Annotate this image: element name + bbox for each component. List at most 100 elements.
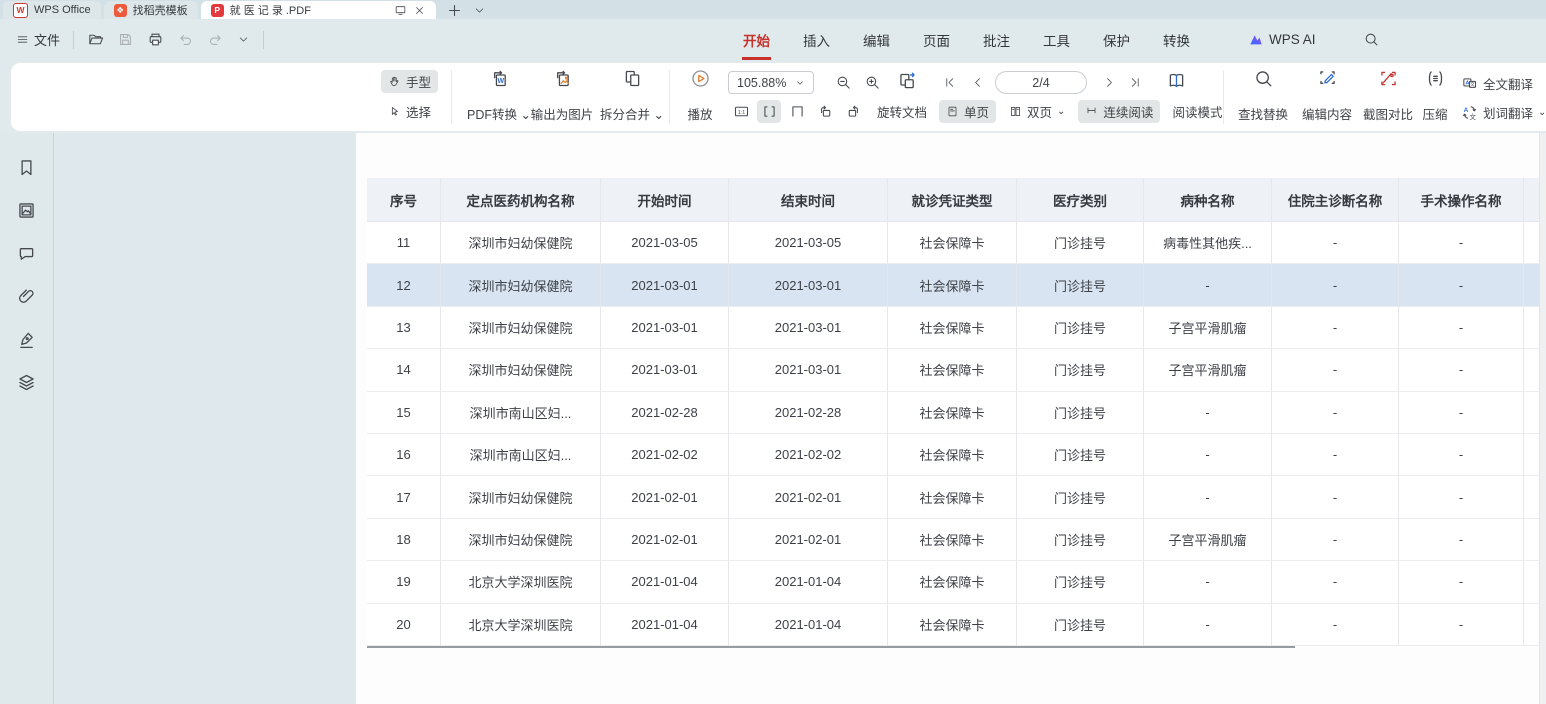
file-menu-label: 文件 [34,30,60,49]
thumbnails-panel-icon[interactable] [16,200,37,221]
play-button[interactable]: 播放 [675,68,725,125]
continuous-read-icon [1085,105,1098,118]
tab-list-chevron-icon[interactable] [473,4,486,17]
table-row[interactable]: 12深圳市妇幼保健院2021-03-012021-03-01社会保障卡门诊挂号-… [367,264,1540,306]
table-cell: - [1143,434,1271,476]
read-mode-label[interactable]: 阅读模式 [1172,102,1222,121]
tab-docer-templates[interactable]: ❖ 找稻壳模板 [104,1,198,19]
rotate-left-button[interactable] [813,100,837,123]
table-cell: 深圳市妇幼保健院 [440,519,600,561]
rotate-right-button[interactable] [841,100,865,123]
table-cell: 11 [367,222,440,264]
table-row[interactable]: 15深圳市南山区妇...2021-02-282021-02-28社会保障卡门诊挂… [367,392,1540,434]
table-row[interactable]: 11深圳市妇幼保健院2021-03-052021-03-05社会保障卡门诊挂号病… [367,222,1540,264]
navigation-pane[interactable] [55,133,356,704]
actual-size-button[interactable]: 1:1 [729,100,753,123]
hand-tool-button[interactable]: 手型 [381,70,438,93]
fit-width-button[interactable] [757,100,781,123]
column-header: 开始时间 [600,178,728,222]
zoom-in-icon[interactable] [864,74,881,91]
edit-content-icon [1317,68,1338,89]
rotate-document-label[interactable]: 旋转文档 [877,102,927,121]
next-page-icon[interactable] [1103,76,1116,89]
table-cell: 病毒性其他疾... [1143,222,1271,264]
single-page-icon [946,105,959,118]
single-page-button[interactable]: 单页 [939,100,996,123]
quick-access-chevron-icon[interactable] [237,33,250,46]
layers-panel-icon[interactable] [16,372,37,393]
table-cell: 深圳市南山区妇... [440,434,600,476]
select-tool-button[interactable]: 选择 [381,100,438,123]
open-file-icon[interactable] [87,31,104,48]
ribbon-tab-page[interactable]: 页面 [922,30,951,50]
print-icon[interactable] [147,31,164,48]
screenshot-compare-button[interactable]: 截图对比 [1354,68,1422,125]
vertical-scrollbar[interactable] [1539,133,1546,704]
wps-ai-button[interactable]: WPS AI [1248,32,1316,48]
close-tab-icon[interactable] [413,4,426,17]
table-cell: 社会保障卡 [887,222,1016,264]
table-row[interactable]: 17深圳市妇幼保健院2021-02-012021-02-01社会保障卡门诊挂号-… [367,476,1540,518]
attachments-panel-icon[interactable] [16,286,37,307]
compress-button[interactable]: 压缩 [1413,68,1457,125]
zoom-level-dropdown[interactable]: 105.88% [728,71,814,94]
split-merge-button[interactable]: 拆分合并 ⌄ [591,68,673,125]
table-cell: 2021-01-04 [600,604,728,646]
full-translate-button[interactable]: A文 全文翻译 [1459,72,1535,95]
undo-icon[interactable] [177,31,194,48]
zoom-out-icon[interactable] [835,74,852,91]
table-cell: 2021-01-04 [728,604,887,646]
tab-wps-office[interactable]: W WPS Office [3,1,101,19]
ribbon-tab-insert[interactable]: 插入 [802,30,831,50]
find-replace-button[interactable]: 查找替换 [1229,68,1297,125]
new-tab-icon[interactable] [446,2,463,19]
table-row[interactable]: 19北京大学深圳医院2021-01-042021-01-04社会保障卡门诊挂号-… [367,561,1540,603]
read-mode-icon[interactable] [1166,70,1187,91]
table-cell: - [1398,604,1523,646]
table-row[interactable]: 14深圳市妇幼保健院2021-03-012021-03-01社会保障卡门诊挂号子… [367,349,1540,391]
ribbon-tab-comment[interactable]: 批注 [982,30,1011,50]
table-cell: 门诊挂号 [1016,392,1143,434]
page-number-input[interactable] [995,71,1087,94]
comments-panel-icon[interactable] [16,243,37,264]
rotate-document-icon[interactable] [897,71,918,92]
monitor-icon[interactable] [394,4,407,17]
column-header: 结束时间 [728,178,887,222]
last-page-icon[interactable] [1129,76,1142,89]
previous-page-icon[interactable] [971,76,984,89]
menu-bar: 文件 开始 插入 编辑 页面 批注 工具 保护 转换 WPS AI [0,19,1546,60]
table-cell: - [1398,476,1523,518]
table-row[interactable]: 20北京大学深圳医院2021-01-042021-01-04社会保障卡门诊挂号-… [367,604,1540,646]
signature-panel-icon[interactable] [16,329,37,350]
ribbon-tab-edit[interactable]: 编辑 [862,30,891,50]
full-translate-label: 全文翻译 [1483,74,1533,93]
ribbon-tab-convert[interactable]: 转换 [1162,30,1191,50]
table-row[interactable]: 16深圳市南山区妇...2021-02-022021-02-02社会保障卡门诊挂… [367,434,1540,476]
table-row[interactable]: 18深圳市妇幼保健院2021-02-012021-02-01社会保障卡门诊挂号子… [367,519,1540,561]
tab-pdf-document[interactable]: P 就 医 记 录 .PDF [201,1,436,19]
first-page-icon[interactable] [943,76,956,89]
ribbon-tab-protect[interactable]: 保护 [1102,30,1131,50]
wps-ai-logo-icon [1248,32,1264,48]
ribbon-tab-tools[interactable]: 工具 [1042,30,1071,50]
export-image-label: 输出为图片 [531,104,594,123]
ribbon-tab-home[interactable]: 开始 [742,30,771,50]
double-page-button[interactable]: 双页 ⌄ [1002,100,1072,123]
redo-icon[interactable] [207,31,224,48]
rotate-right-icon [845,103,862,120]
column-header: 病种名称 [1143,178,1271,222]
hand-icon [388,75,401,88]
wps-logo-icon: W [13,3,28,18]
file-menu[interactable]: 文件 [16,30,60,49]
search-icon[interactable] [1363,31,1380,48]
table-cell: - [1398,307,1523,349]
table-row[interactable]: 13深圳市妇幼保健院2021-03-012021-03-01社会保障卡门诊挂号子… [367,307,1540,349]
table-cell: - [1398,434,1523,476]
save-icon[interactable] [117,31,134,48]
fit-page-button[interactable] [785,100,809,123]
word-translate-button[interactable]: A文 划词翻译 ⌄ [1459,101,1546,124]
continuous-read-button[interactable]: 连续阅读 [1078,100,1160,123]
table-cell: - [1271,604,1398,646]
edit-content-button[interactable]: 编辑内容 [1293,68,1361,125]
bookmarks-panel-icon[interactable] [16,157,37,178]
